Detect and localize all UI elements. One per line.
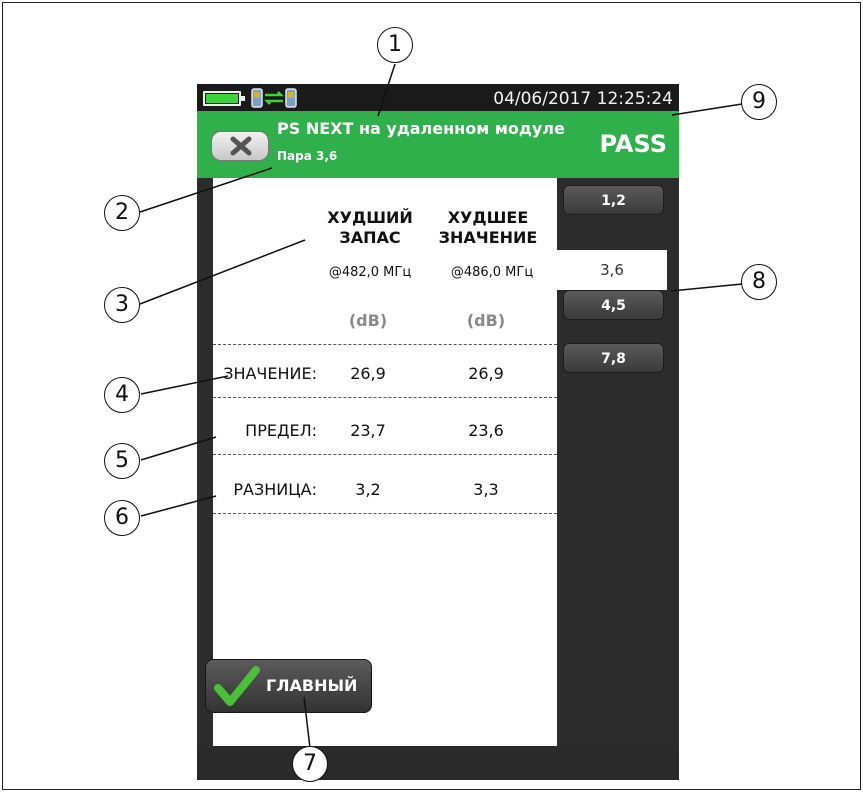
close-icon bbox=[230, 136, 252, 156]
col-worst-value-unit: (dB) bbox=[466, 311, 506, 330]
home-label: ГЛАВНЫЙ bbox=[266, 676, 358, 695]
row-label-limit: ПРЕДЕЛ: bbox=[245, 421, 317, 440]
tab-pair-7-8[interactable]: 7,8 bbox=[563, 343, 664, 373]
status-datetime: 04/06/2017 12:25:24 bbox=[493, 89, 673, 109]
row-divider bbox=[213, 397, 557, 398]
callout-3: 3 bbox=[104, 287, 140, 323]
col-worst-margin-unit: (dB) bbox=[348, 311, 388, 330]
footer-bar bbox=[197, 746, 679, 780]
pair-subtitle: Пара 3,6 bbox=[277, 149, 338, 163]
callout-6: 6 bbox=[104, 500, 140, 536]
test-header: PS NEXT на удаленном модуле Пара 3,6 PAS… bbox=[197, 111, 679, 178]
col-worst-margin-heading: ХУДШИЙ ЗАПАС bbox=[315, 208, 425, 248]
row-divider bbox=[213, 513, 557, 514]
worst-margin-difference: 3,2 bbox=[355, 480, 381, 499]
worst-value-value: 26,9 bbox=[468, 364, 504, 383]
home-button[interactable]: ГЛАВНЫЙ bbox=[205, 659, 372, 713]
callout-4: 4 bbox=[104, 377, 140, 413]
tab-pair-1-2[interactable]: 1,2 bbox=[563, 185, 664, 215]
worst-margin-value: 26,9 bbox=[350, 364, 386, 383]
col-heading-line: ХУДШЕЕ bbox=[447, 208, 529, 227]
col-heading-line: ХУДШИЙ bbox=[327, 208, 413, 227]
result-status: PASS bbox=[599, 130, 667, 158]
status-bar: 04/06/2017 12:25:24 bbox=[197, 84, 679, 111]
test-title: PS NEXT на удаленном модуле bbox=[277, 119, 565, 138]
callout-1: 1 bbox=[377, 27, 413, 63]
row-divider bbox=[213, 454, 557, 455]
close-button[interactable] bbox=[211, 131, 269, 161]
callout-5: 5 bbox=[104, 443, 140, 479]
battery-icon bbox=[203, 91, 245, 106]
worst-value-difference: 3,3 bbox=[473, 480, 499, 499]
row-divider bbox=[213, 344, 557, 345]
col-worst-margin-frequency: @482,0 МГц bbox=[328, 265, 412, 280]
tester-screen: 04/06/2017 12:25:24 PS NEXT на удаленном… bbox=[197, 84, 679, 780]
callout-7: 7 bbox=[292, 746, 328, 782]
worst-value-limit: 23,6 bbox=[468, 421, 504, 440]
tab-pair-3-6[interactable]: 3,6 bbox=[557, 250, 667, 290]
tab-pair-4-5[interactable]: 4,5 bbox=[563, 290, 664, 320]
col-worst-value-frequency: @486,0 МГц bbox=[450, 265, 534, 280]
col-heading-line: ЗНАЧЕНИЕ bbox=[438, 228, 538, 247]
link-status-icon bbox=[251, 88, 297, 108]
checkmark-icon bbox=[214, 666, 260, 706]
col-heading-line: ЗАПАС bbox=[339, 228, 401, 247]
col-worst-value-heading: ХУДШЕЕ ЗНАЧЕНИЕ bbox=[427, 208, 549, 248]
callout-9: 9 bbox=[741, 84, 777, 120]
worst-margin-limit: 23,7 bbox=[350, 421, 386, 440]
row-label-difference: РАЗНИЦА: bbox=[233, 480, 317, 499]
row-label-value: ЗНАЧЕНИЕ: bbox=[223, 364, 317, 383]
callout-8: 8 bbox=[741, 264, 777, 300]
callout-2: 2 bbox=[104, 195, 140, 231]
